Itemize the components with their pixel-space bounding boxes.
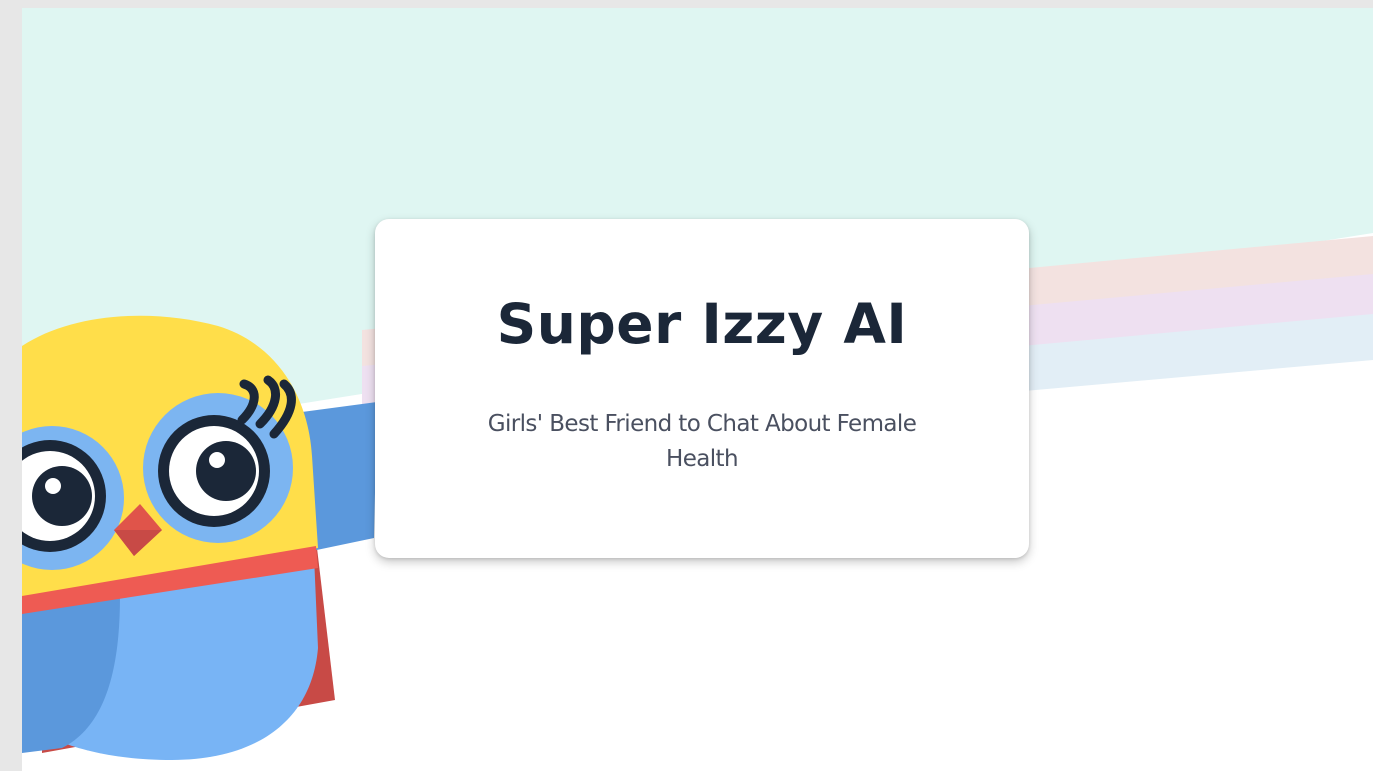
hero-card: Super Izzy AI Girls' Best Friend to Chat… xyxy=(375,219,1029,558)
page-frame: Super Izzy AI Girls' Best Friend to Chat… xyxy=(0,0,1373,771)
owl-eye-right-pupil xyxy=(196,441,256,501)
app-tagline: Girls' Best Friend to Chat About Female … xyxy=(487,411,917,472)
owl-eye-left-pupil xyxy=(32,466,92,526)
hero-section: Super Izzy AI Girls' Best Friend to Chat… xyxy=(22,8,1373,771)
owl-eye-right-highlight xyxy=(209,452,225,468)
owl-eye-left-highlight xyxy=(45,478,61,494)
app-title: Super Izzy AI xyxy=(496,292,908,356)
